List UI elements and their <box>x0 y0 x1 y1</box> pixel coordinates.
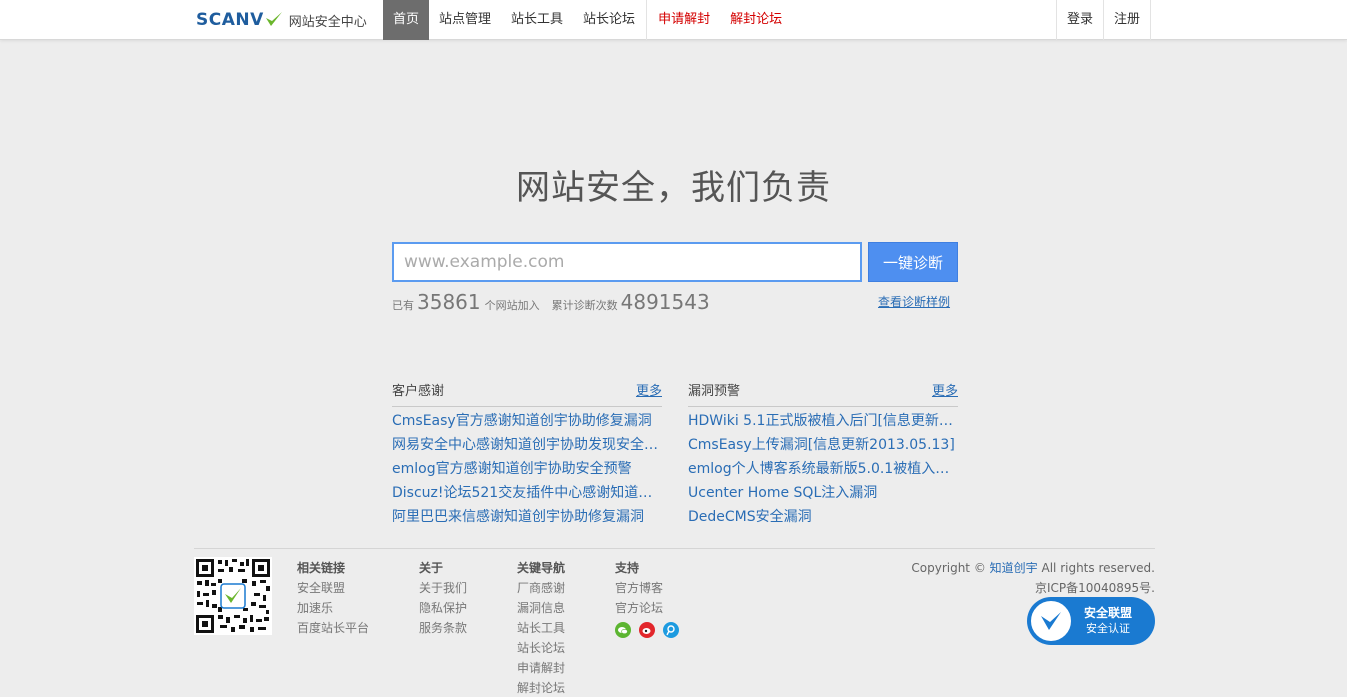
footer-link-vuln-info[interactable]: 漏洞信息 <box>517 598 565 618</box>
vulnerability-alerts-title: 漏洞预警 <box>688 384 741 399</box>
stats-prefix: 已有 <box>392 299 414 312</box>
footer-col-support: 支持 官方博客 官方论坛 <box>615 558 679 638</box>
footer-link-privacy[interactable]: 隐私保护 <box>419 598 467 618</box>
footer-link-official-forum[interactable]: 官方论坛 <box>615 598 679 618</box>
footer-col-title: 关于 <box>419 561 444 575</box>
badge-title: 安全联盟 <box>1084 606 1133 620</box>
logo-wordmark: SCANV <box>196 10 264 30</box>
footer-col-related: 相关链接 安全联盟 加速乐 百度站长平台 <box>297 558 369 638</box>
nav-webmaster-forum[interactable]: 站长论坛 <box>573 0 645 40</box>
list-item[interactable]: CmsEasy官方感谢知道创宇协助修复漏洞 <box>392 409 662 433</box>
site-logo[interactable]: SCANV 网站安全中心 <box>196 8 367 32</box>
icp-number: 京ICP备10040895号. <box>1034 581 1155 595</box>
copyright-suffix: All rights reserved. <box>1041 561 1156 575</box>
footer-link-vendor-thanks[interactable]: 厂商感谢 <box>517 578 565 598</box>
list-item[interactable]: DedeCMS安全漏洞 <box>688 505 958 529</box>
list-item[interactable]: emlog个人博客系统最新版5.0.1被植入后门 <box>688 457 958 481</box>
footer-link-terms[interactable]: 服务条款 <box>419 618 467 638</box>
nav-divider <box>646 0 648 40</box>
list-item[interactable]: 网易安全中心感谢知道创宇协助发现安全漏洞 <box>392 433 662 457</box>
footer-divider <box>194 548 1155 549</box>
badge-text: 安全联盟 安全认证 <box>1084 606 1132 636</box>
copyright-prefix: Copyright © <box>911 561 986 575</box>
nav-webmaster-tools[interactable]: 站长工具 <box>501 0 573 40</box>
auth-links: 登录 注册 <box>1056 0 1152 40</box>
vulnerability-alerts-panel: 漏洞预警 更多 HDWiki 5.1正式版被植入后门[信息更新2013] Cms… <box>688 381 958 529</box>
footer-col-title: 相关链接 <box>297 561 346 575</box>
view-sample-link[interactable]: 查看诊断样例 <box>878 293 950 310</box>
weibo-icon[interactable] <box>639 622 655 638</box>
site-url-input[interactable] <box>392 242 862 282</box>
footer-link-jiasule[interactable]: 加速乐 <box>297 598 369 618</box>
vulnerability-alerts-list: HDWiki 5.1正式版被植入后门[信息更新2013] CmsEasy上传漏洞… <box>688 409 958 529</box>
security-alliance-badge[interactable]: 安全联盟 安全认证 <box>1027 597 1155 645</box>
login-link[interactable]: 登录 <box>1057 0 1105 40</box>
customer-thanks-more-link[interactable]: 更多 <box>636 381 662 403</box>
copyright-block: Copyright © 知道创宇 All rights reserved. 京I… <box>911 558 1155 598</box>
vulnerability-alerts-more-link[interactable]: 更多 <box>932 381 958 403</box>
footer-link-anquanlianmeng[interactable]: 安全联盟 <box>297 578 369 598</box>
copyright-line: Copyright © 知道创宇 All rights reserved. <box>911 558 1155 578</box>
main-nav: 首页 站点管理 站长工具 站长论坛 申请解封 解封论坛 <box>383 0 792 40</box>
tencent-weibo-icon[interactable] <box>663 622 679 638</box>
stats-diag-label: 累计诊断次数 <box>551 299 618 312</box>
customer-thanks-title: 客户感谢 <box>392 384 445 399</box>
qr-code-image <box>194 557 272 635</box>
logo-checkmark-icon <box>265 12 282 26</box>
customer-thanks-header: 客户感谢 更多 <box>392 381 662 407</box>
nav-apply-unblock[interactable]: 申请解封 <box>648 0 720 40</box>
stats-sites-count: 35861 <box>417 290 481 314</box>
site-stats: 已有 35861 个网站加入 累计诊断次数 4891543 <box>392 290 714 316</box>
footer-link-unblock-forum[interactable]: 解封论坛 <box>517 678 565 697</box>
top-navigation-bar: SCANV 网站安全中心 首页 站点管理 站长工具 站长论坛 申请解封 解封论坛… <box>0 0 1347 40</box>
list-item[interactable]: CmsEasy上传漏洞[信息更新2013.05.13] <box>688 433 958 457</box>
footer-col-title: 关键导航 <box>517 561 566 575</box>
vulnerability-alerts-header: 漏洞预警 更多 <box>688 381 958 407</box>
footer-col-title: 支持 <box>615 561 640 575</box>
stats-diag-count: 4891543 <box>620 290 710 314</box>
list-item[interactable]: HDWiki 5.1正式版被植入后门[信息更新2013] <box>688 409 958 433</box>
footer-link-webmaster-tools[interactable]: 站长工具 <box>517 618 565 638</box>
footer-link-baidu-webmaster[interactable]: 百度站长平台 <box>297 618 369 638</box>
stats-sites-suffix: 个网站加入 <box>484 299 540 312</box>
customer-thanks-panel: 客户感谢 更多 CmsEasy官方感谢知道创宇协助修复漏洞 网易安全中心感谢知道… <box>392 381 662 529</box>
verified-check-icon <box>1028 598 1074 644</box>
customer-thanks-list: CmsEasy官方感谢知道创宇协助修复漏洞 网易安全中心感谢知道创宇协助发现安全… <box>392 409 662 529</box>
register-link[interactable]: 注册 <box>1104 0 1152 40</box>
hero-title: 网站安全，我们负责 <box>516 168 831 208</box>
list-item[interactable]: Discuz!论坛521交友插件中心感谢知道创宇 <box>392 481 662 505</box>
diagnose-button[interactable]: 一键诊断 <box>868 242 958 282</box>
badge-subtitle: 安全认证 <box>1086 622 1130 635</box>
logo-subtitle: 网站安全中心 <box>288 14 367 30</box>
footer-link-apply-unblock[interactable]: 申请解封 <box>517 658 565 678</box>
footer-col-key-nav: 关键导航 厂商感谢 漏洞信息 站长工具 站长论坛 申请解封 解封论坛 <box>517 558 565 697</box>
footer-col-about: 关于 关于我们 隐私保护 服务条款 <box>419 558 467 638</box>
nav-site-management[interactable]: 站点管理 <box>429 0 501 40</box>
nav-home[interactable]: 首页 <box>383 0 430 40</box>
wechat-icon[interactable] <box>615 622 631 638</box>
nav-unblock-forum[interactable]: 解封论坛 <box>720 0 792 40</box>
list-item[interactable]: Ucenter Home SQL注入漏洞 <box>688 481 958 505</box>
footer-link-about-us[interactable]: 关于我们 <box>419 578 467 598</box>
list-item[interactable]: emlog官方感谢知道创宇协助安全预警 <box>392 457 662 481</box>
company-link[interactable]: 知道创宇 <box>990 561 1038 575</box>
footer-link-official-blog[interactable]: 官方博客 <box>615 578 679 598</box>
social-icons <box>615 622 679 638</box>
list-item[interactable]: 阿里巴巴来信感谢知道创宇协助修复漏洞 <box>392 505 662 529</box>
footer-link-webmaster-forum[interactable]: 站长论坛 <box>517 638 565 658</box>
